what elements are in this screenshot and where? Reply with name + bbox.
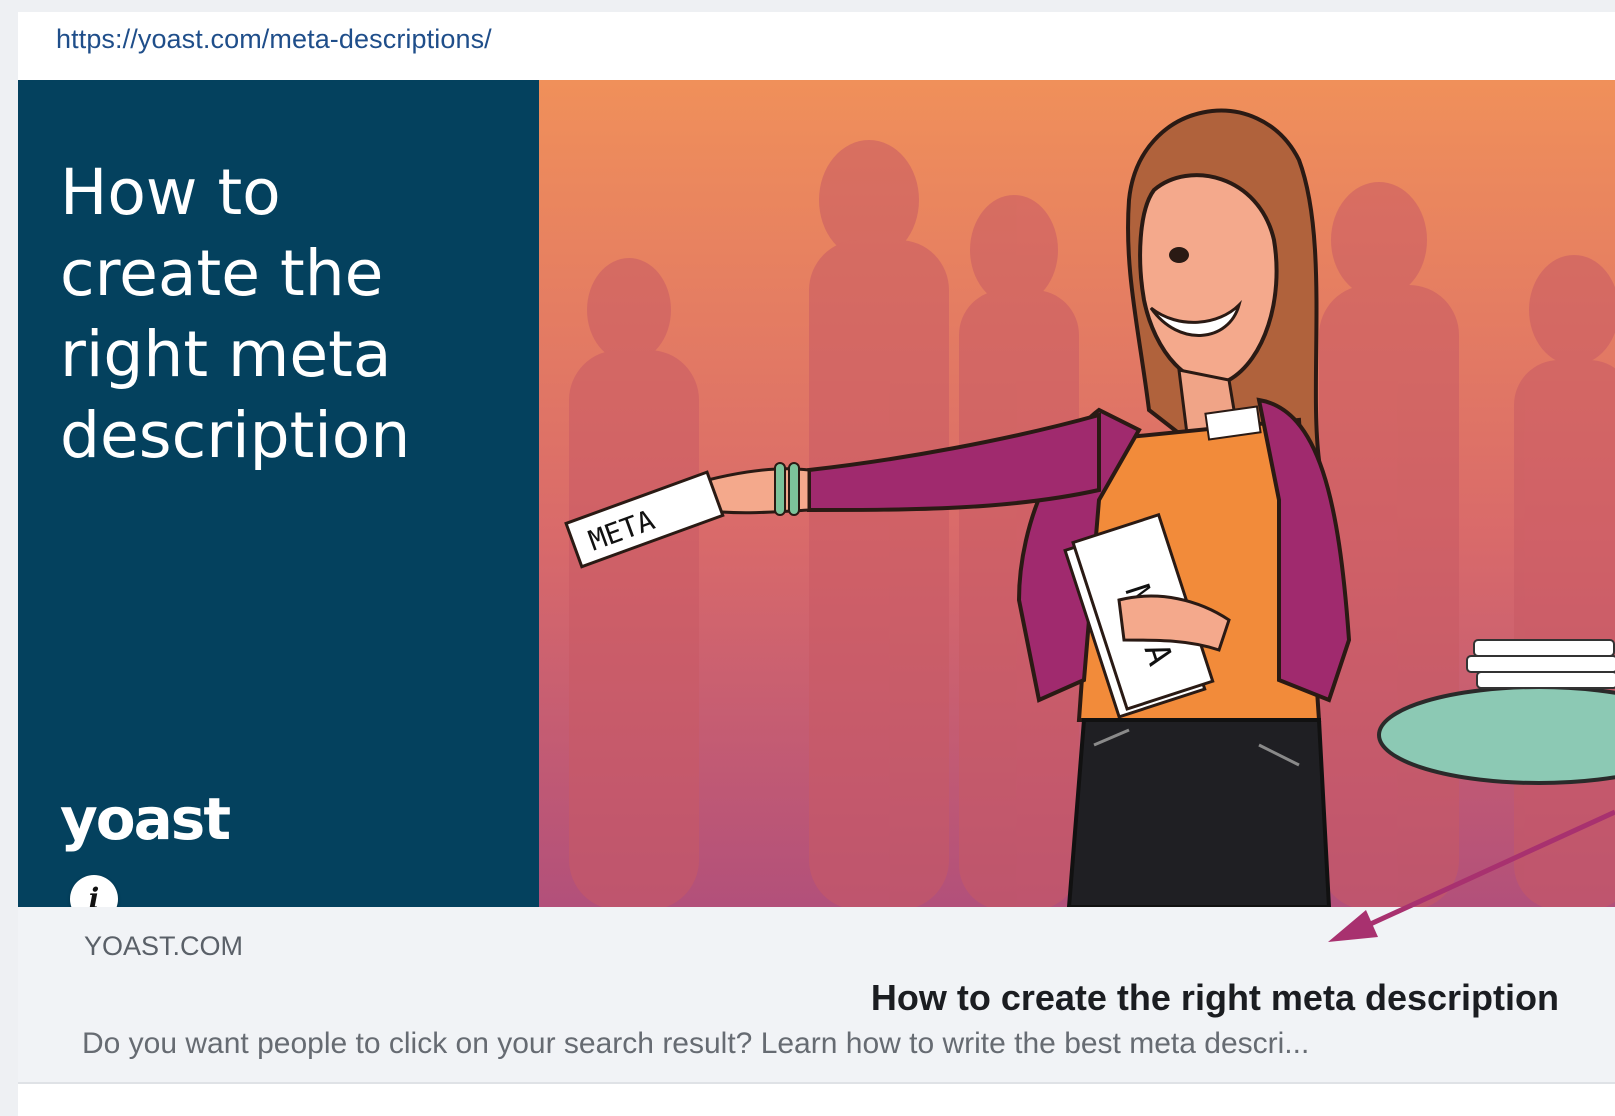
annotation-arrow [1328, 809, 1615, 942]
headline-line: How to [60, 156, 281, 229]
preview-domain: YOAST.COM [84, 931, 244, 961]
illustration: META META [539, 80, 1615, 907]
headline-panel: How to create the right meta description… [18, 80, 539, 907]
link-preview-card[interactable]: https://yoast.com/meta-descriptions/ How… [18, 12, 1615, 1116]
divider [18, 1082, 1615, 1084]
yoast-logo: yoast [60, 785, 231, 853]
preview-image[interactable]: How to create the right meta description… [18, 80, 1615, 907]
image-headline: How to create the right meta description [60, 152, 500, 476]
preview-description: Do you want people to click on your sear… [82, 1027, 1310, 1060]
headline-line: create the [60, 237, 384, 310]
preview-url[interactable]: https://yoast.com/meta-descriptions/ [56, 24, 492, 55]
headline-line: right meta [60, 318, 392, 391]
headline-line: description [60, 399, 411, 472]
preview-title[interactable]: How to create the right meta description [871, 977, 1559, 1019]
